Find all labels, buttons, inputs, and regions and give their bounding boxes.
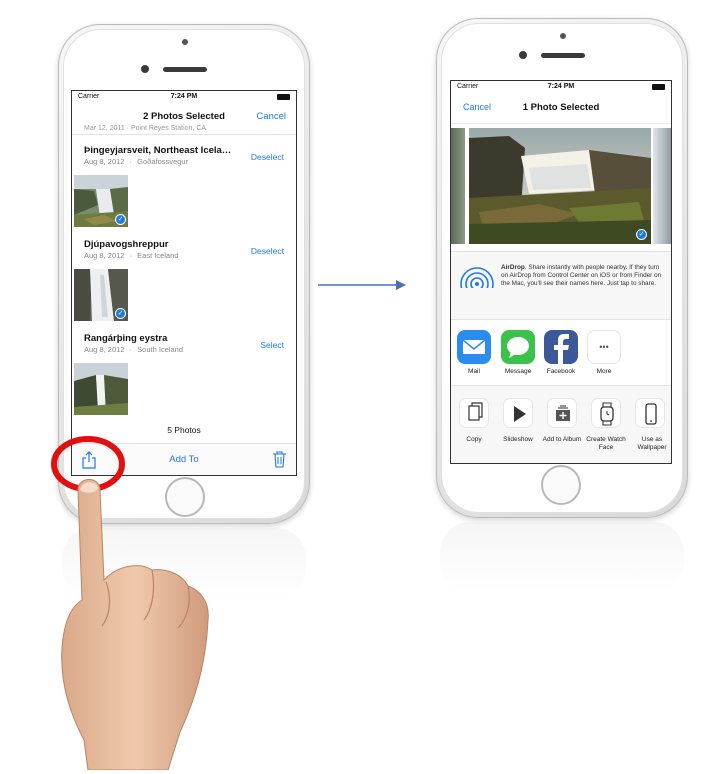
add-to-album-button[interactable] <box>547 398 577 428</box>
status-time: 7:24 PM <box>547 83 575 90</box>
add-to-album-label: Add to Album <box>542 436 582 443</box>
airdrop-section[interactable]: AirDrop. Share instantly with people nea… <box>451 251 671 319</box>
message-label: Message <box>504 368 532 375</box>
moment-header: Rangárþing eystra Aug 8, 2012 · South Ic… <box>72 333 296 361</box>
nav-divider <box>72 134 296 135</box>
airdrop-text: . Share instantly with people nearby. If… <box>501 264 662 287</box>
facebook-label: Facebook <box>546 368 576 375</box>
share-apps-row: Mail Message Facebook ••• More <box>451 319 671 385</box>
message-share-button[interactable] <box>501 330 535 364</box>
moment-header: Djúpavogshreppur Aug 8, 2012 · East Icel… <box>72 239 296 267</box>
right-phone-top-dot <box>560 33 566 39</box>
separator-dot: · <box>129 157 133 166</box>
copy-icon <box>468 402 483 421</box>
partial-moment-row: Mar 12, 2011 · Point Reyes Station, CA <box>84 125 207 132</box>
previous-photo-peek[interactable] <box>451 128 465 244</box>
moment-header: Þingeyjarsveit, Northeast Icela… Aug 8, … <box>72 145 296 173</box>
more-share-button[interactable]: ••• <box>587 330 621 364</box>
left-phone-speaker <box>163 67 207 72</box>
slideshow-button[interactable] <box>503 398 533 428</box>
left-phone-top-dot <box>182 39 188 45</box>
right-phone-reflection <box>440 522 684 592</box>
actions-row: Copy Slideshow Add to Album Create Watch… <box>451 385 671 463</box>
next-photo-peek[interactable] <box>653 128 671 244</box>
photo-thumbnail[interactable] <box>74 363 128 415</box>
moment-place: East Iceland <box>137 251 179 260</box>
facebook-share-button[interactable] <box>544 330 578 364</box>
moment-place: South Iceland <box>137 345 184 354</box>
status-bar: Carrier 7:24 PM <box>72 91 296 103</box>
create-watch-face-button[interactable] <box>591 398 621 428</box>
tapping-hand-image <box>61 479 209 770</box>
select-button[interactable]: Select <box>260 340 284 350</box>
deselect-button[interactable]: Deselect <box>251 246 284 256</box>
moment-date: Aug 8, 2012 <box>84 345 125 354</box>
right-phone-speaker <box>541 53 585 58</box>
left-phone-screen: Carrier 7:24 PM 2 Photos Selected Cancel… <box>71 90 297 476</box>
cancel-button[interactable]: Cancel <box>256 111 286 122</box>
nav-title: 1 Photo Selected <box>522 102 600 113</box>
moment-subtitle: Aug 8, 2012 · Goðafossvegur <box>84 157 188 166</box>
use-as-wallpaper-label: Use as Wallpaper <box>637 436 667 451</box>
separator-dot: · <box>129 345 133 354</box>
airdrop-icon <box>459 267 495 302</box>
moment-place: Goðafossvegur <box>137 157 189 166</box>
airdrop-title: AirDrop <box>501 264 525 271</box>
moment-subtitle: Aug 8, 2012 · South Iceland <box>84 345 183 354</box>
moment-title: Djúpavogshreppur <box>84 239 169 250</box>
photo-carousel[interactable]: ✓ <box>451 123 671 247</box>
transition-arrow <box>318 280 406 290</box>
mail-share-button[interactable] <box>457 330 491 364</box>
use-as-wallpaper-button[interactable] <box>635 398 665 428</box>
moment-date: Aug 8, 2012 <box>84 157 125 166</box>
status-time: 7:24 PM <box>170 93 198 100</box>
watch-icon <box>600 402 614 426</box>
right-phone-home-button[interactable] <box>541 465 581 505</box>
moment-title: Rangárþing eystra <box>84 333 168 344</box>
more-icon: ••• <box>599 342 609 352</box>
more-label: More <box>596 368 612 375</box>
battery-icon <box>277 94 290 100</box>
right-phone-screen: Carrier 7:24 PM Cancel 1 Photo Selected <box>450 80 672 464</box>
moment-subtitle: Aug 8, 2012 · East Iceland <box>84 251 178 260</box>
slideshow-label: Slideshow <box>503 436 533 443</box>
copy-label: Copy <box>466 436 482 443</box>
copy-button[interactable] <box>459 398 489 428</box>
moment-date: Aug 8, 2012 <box>84 251 125 260</box>
left-phone-camera <box>141 65 149 73</box>
separator-dot: · <box>129 251 133 260</box>
status-bar: Carrier 7:24 PM <box>451 81 671 93</box>
mail-label: Mail <box>468 368 480 375</box>
message-icon <box>507 337 529 358</box>
selected-checkmark-icon: ✓ <box>636 229 647 240</box>
photo-thumbnail[interactable]: ✓ <box>74 269 128 321</box>
mail-icon <box>462 339 486 354</box>
selected-photo[interactable]: ✓ <box>469 128 651 244</box>
airdrop-description: AirDrop. Share instantly with people nea… <box>501 264 663 287</box>
right-phone-camera <box>519 51 527 59</box>
play-icon <box>514 406 526 422</box>
moment-title: Þingeyjarsveit, Northeast Icela… <box>84 145 232 156</box>
battery-icon <box>652 84 665 90</box>
trash-icon <box>273 451 286 468</box>
facebook-icon <box>554 334 569 364</box>
create-watch-face-label: Create Watch Face <box>586 436 626 451</box>
deselect-button[interactable]: Deselect <box>251 152 284 162</box>
waterfall-hero-photo <box>469 128 651 244</box>
selected-checkmark-icon: ✓ <box>115 214 126 225</box>
photo-thumbnail[interactable]: ✓ <box>74 175 128 227</box>
waterfall-photo-3 <box>74 363 128 415</box>
phone-icon <box>645 403 657 425</box>
add-album-icon <box>556 405 570 421</box>
trash-button[interactable] <box>273 451 286 468</box>
selected-checkmark-icon: ✓ <box>115 308 126 319</box>
